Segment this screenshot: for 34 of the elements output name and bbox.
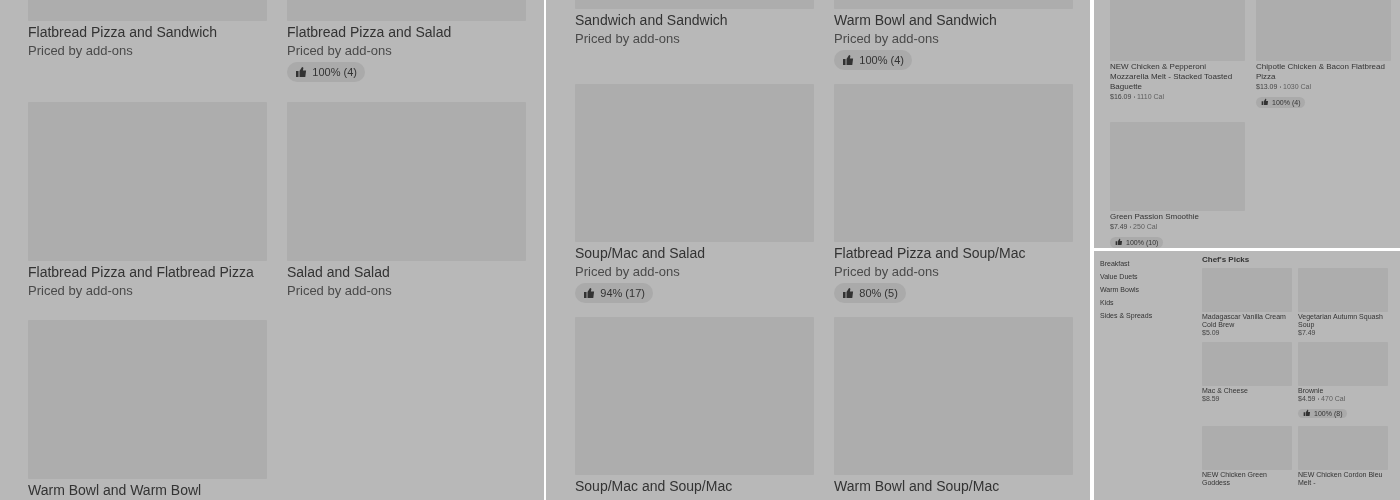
rating-badge: 94% (17) <box>575 283 653 304</box>
price-note: Priced by add-ons <box>287 42 393 60</box>
item-title: Warm Bowl and Warm Bowl <box>28 481 203 500</box>
item-title: Soup/Mac and Salad <box>575 244 706 264</box>
price-note: Priced by add-ons <box>28 42 134 60</box>
item-title: Flatbread Pizza and Flatbread Pizza <box>28 263 255 283</box>
price-note: Priced by add-ons <box>834 30 940 48</box>
thumbs-up-icon <box>1302 409 1311 417</box>
item-title: Chipotle Chicken & Bacon Flatbread Pizza <box>1256 62 1386 82</box>
thumbs-up-icon <box>582 287 595 300</box>
section-heading: Chef's Picks <box>1202 255 1251 264</box>
thumbs-up-icon <box>1114 238 1123 246</box>
item-title: Sandwich and Sandwich <box>575 11 729 30</box>
item-title: NEW Chicken & Pepperoni Mozzarella Melt - Stacked Toasted Baguette <box>1110 62 1234 92</box>
item-title: Flatbread Pizza and Soup/Mac <box>834 244 1027 264</box>
item-title: Flatbread Pizza and Salad <box>287 23 453 42</box>
item-title: Salad and Salad <box>287 263 391 283</box>
thumbs-up-icon <box>841 53 854 67</box>
thumbs-up-icon <box>841 287 854 300</box>
item-title: Warm Bowl and Sandwich <box>834 11 998 30</box>
item-title: Green Passion Smoothie <box>1110 212 1200 222</box>
thumbs-up-icon <box>1260 98 1269 106</box>
price-note: Priced by add-ons <box>28 282 134 301</box>
thumbs-up-icon <box>294 65 307 79</box>
price-note: Priced by add-ons <box>575 263 681 282</box>
rating-badge: 100% (4) <box>287 62 365 82</box>
item-title: Soup/Mac and Soup/Mac <box>575 477 734 497</box>
item-title: Warm Bowl and Soup/Mac <box>834 477 1001 497</box>
price-note: Priced by add-ons <box>287 282 393 301</box>
price-note: Priced by add-ons <box>834 263 940 282</box>
item-title: Flatbread Pizza and Sandwich <box>28 23 219 42</box>
price-note: Priced by add-ons <box>575 30 681 48</box>
rating-badge: 100% (4) <box>834 50 912 70</box>
rating-badge: 80% (5) <box>834 283 906 304</box>
